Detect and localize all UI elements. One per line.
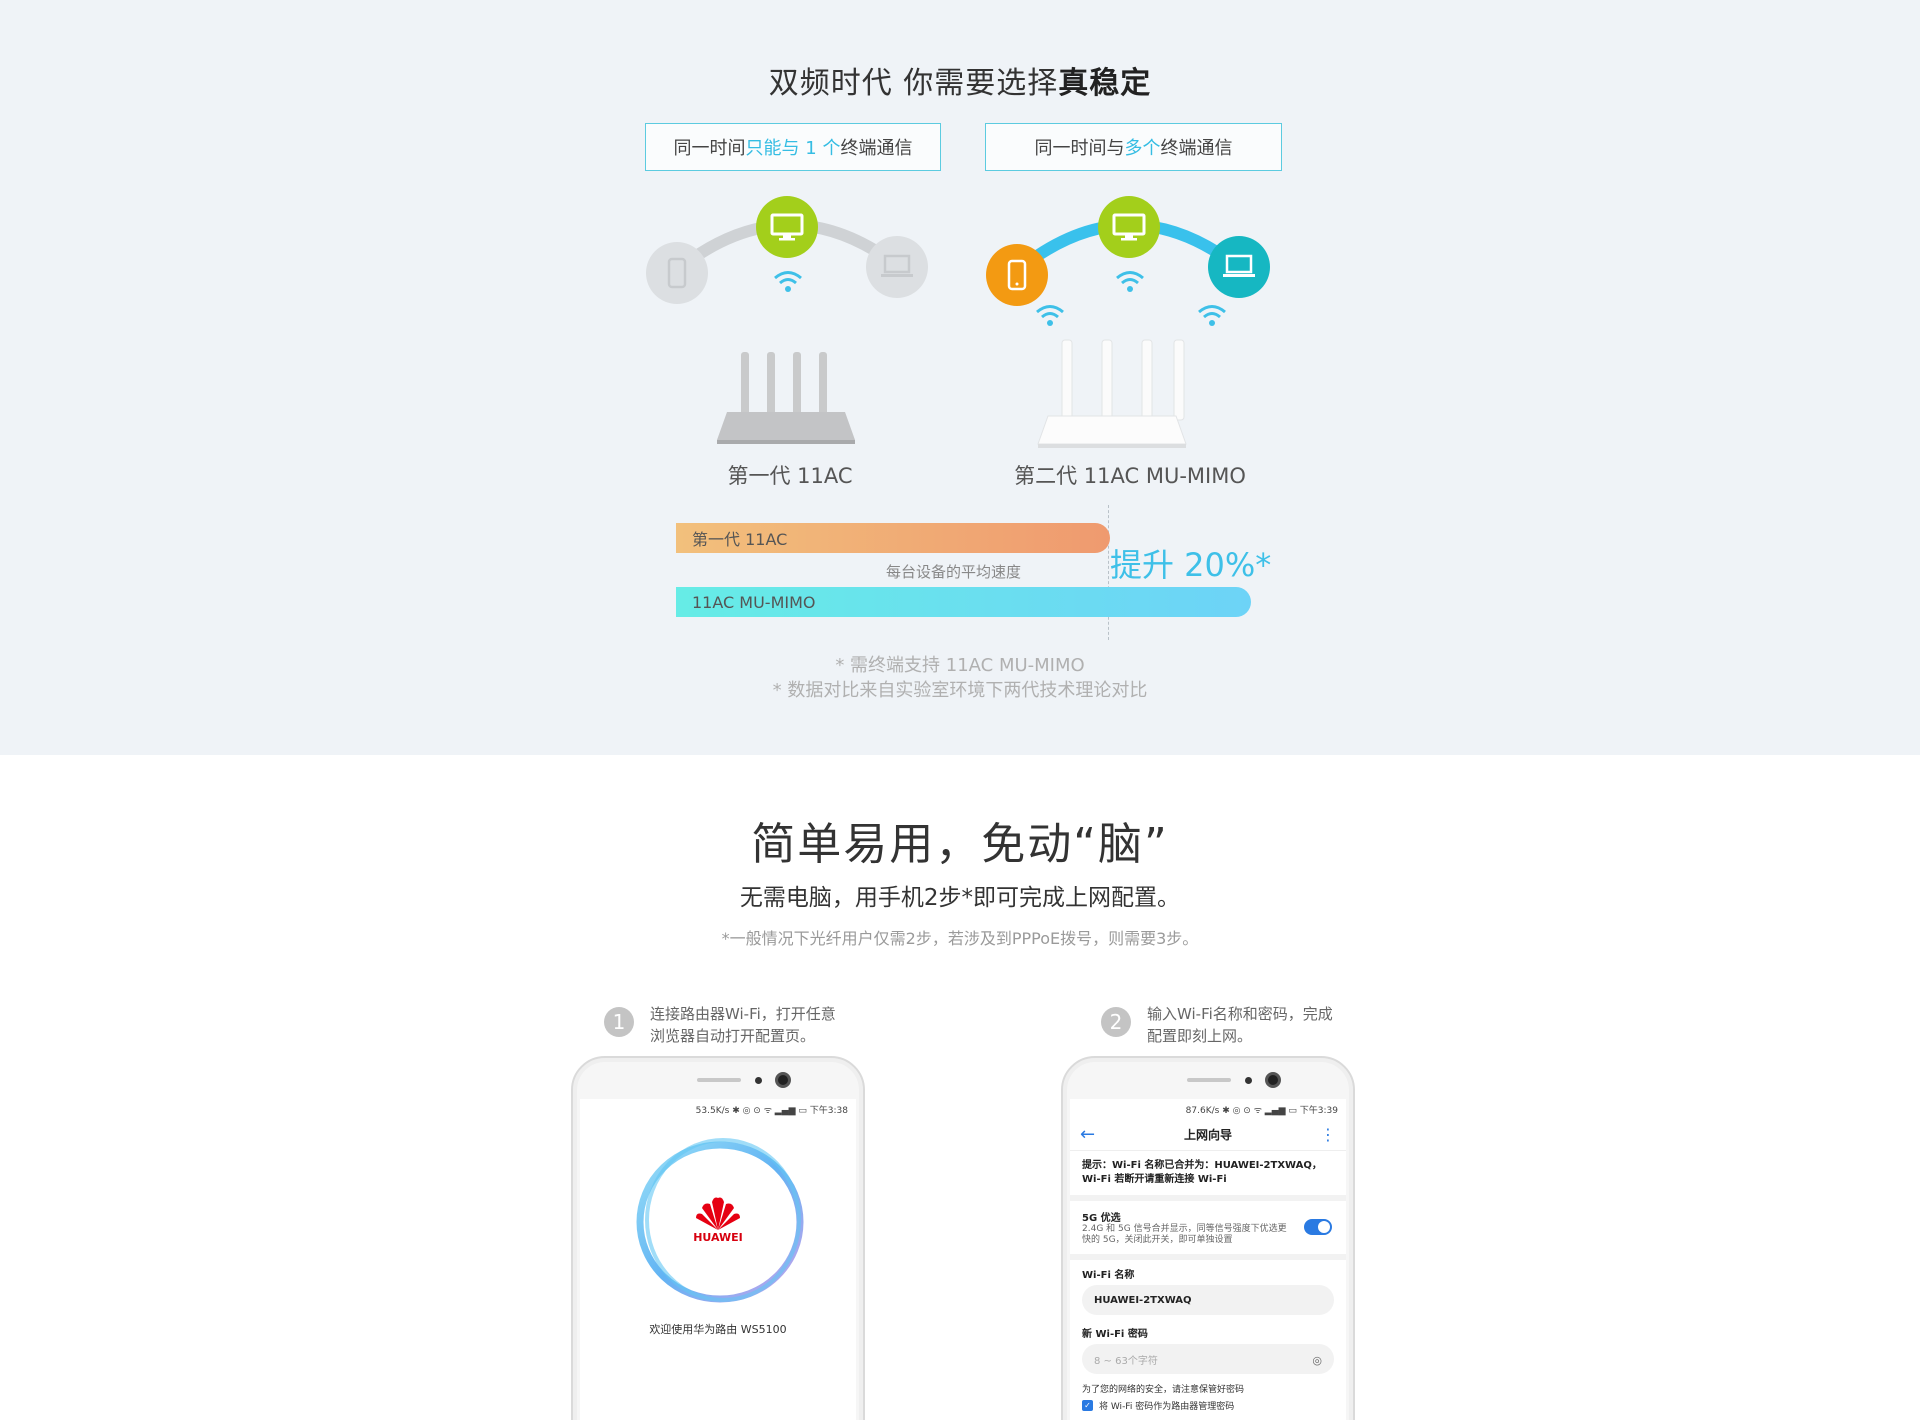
merge-hint: 提示：Wi-Fi 名称已合并为：HUAWEI-2TXWAQ，Wi-Fi 若断开请… <box>1070 1151 1346 1201</box>
step-1-text: 连接路由器Wi-Fi，打开任意浏览器自动打开配置页。 <box>650 1005 836 1045</box>
section2-note: *一般情况下光纤用户仅需2步，若涉及到PPPoE拨号，则需要3步。 <box>721 929 1199 948</box>
bar-middle-label: 每台设备的平均速度 <box>886 563 1022 581</box>
wifi-password-field[interactable]: 8 ~ 63个字符 ◎ <box>1082 1344 1334 1374</box>
welcome-text: 欢迎使用华为路由 WS5100 <box>649 1323 787 1336</box>
router-icon <box>717 352 855 444</box>
wifi-name-field[interactable]: HUAWEI-2TXWAQ <box>1082 1285 1334 1315</box>
tag-right-suffix: 终端通信 <box>1160 138 1233 159</box>
status-bar: 87.6K/s ✱ ◎ ⊙ ᯤ ▂▄▆ ▭ 下午3:39 <box>1185 1106 1338 1116</box>
router-right-label: 第二代 11AC MU-MIMO <box>1014 464 1246 488</box>
bar-gen1-label: 第一代 11AC <box>692 530 788 549</box>
admin-password-checkbox-row[interactable]: ✓ 将 Wi-Fi 密码作为路由器管理密码 <box>1070 1397 1346 1414</box>
footnote-1: * 需终端支持 11AC MU-MIMO <box>835 655 1085 676</box>
5g-preference-desc: 2.4G 和 5G 信号合并显示，同等信号强度下优选更快的 5G，关闭此开关，即… <box>1082 1224 1287 1245</box>
eye-hidden-icon[interactable]: ◎ <box>1312 1354 1322 1367</box>
phone-mockup-2: 87.6K/s ✱ ◎ ⊙ ᯤ ▂▄▆ ▭ 下午3:39 ← 上网向导 ⋮ 提示… <box>1061 1056 1355 1420</box>
huawei-brand: HUAWEI <box>693 1231 743 1244</box>
comparison-divider <box>1108 505 1109 640</box>
phone-2-screen: 87.6K/s ✱ ◎ ⊙ ᯤ ▂▄▆ ▭ 下午3:39 ← 上网向导 ⋮ 提示… <box>1070 1099 1346 1420</box>
wifi-icon <box>1036 305 1064 326</box>
phone-speaker <box>697 1078 741 1082</box>
5g-preference-toggle[interactable] <box>1304 1219 1332 1235</box>
step-1: 1 连接路由器Wi-Fi，打开任意浏览器自动打开配置页。 <box>604 1003 840 1047</box>
step-1-number: 1 <box>604 1007 634 1037</box>
section-dual-band: 双频时代 你需要选择真稳定 同一时间 只能与 1 个终端通信 同一时间与 多个 终端通… <box>0 0 1920 755</box>
wifi-name-label: Wi-Fi 名称 <box>1082 1270 1135 1281</box>
bar-gen2-label: 11AC MU-MIMO <box>692 592 816 612</box>
5g-preference-title: 5G 优选 <box>1082 1213 1121 1224</box>
step-2-text: 输入Wi-Fi名称和密码，完成配置即刻上网。 <box>1147 1005 1333 1045</box>
monitor-icon <box>756 196 818 258</box>
phone-sensor <box>1245 1077 1252 1084</box>
phone-mockup-1: 53.5K/s ✱ ◎ ⊙ ᯤ ▂▄▆ ▭ 下午3:38 HUAWEI 欢迎使用… <box>571 1056 865 1420</box>
footnotes: * 需终端支持 11AC MU-MIMO * 数据对比来自实验室环境下两代技术理… <box>0 653 1920 703</box>
router-left-label: 第一代 11AC <box>727 464 853 488</box>
huawei-logo <box>696 1197 740 1230</box>
wifi-icon <box>1116 271 1144 292</box>
wifi-icon <box>774 271 802 292</box>
laptop-icon <box>1208 236 1270 298</box>
tag-left-prefix: 同一时间 <box>673 138 746 159</box>
title-bold: 真稳定 <box>1058 66 1152 101</box>
monitor-icon <box>1098 196 1160 258</box>
more-menu-icon[interactable]: ⋮ <box>1306 1125 1336 1144</box>
wifi-password-label: 新 Wi-Fi 密码 <box>1082 1329 1148 1340</box>
bar-gen1: 第一代 11AC <box>676 523 1110 553</box>
step-2: 2 输入Wi-Fi名称和密码，完成配置即刻上网。 <box>1101 1003 1337 1047</box>
phone-speaker <box>1187 1078 1231 1082</box>
tag-left-suffix: 终端通信 <box>840 138 913 159</box>
router-icon <box>1037 339 1187 448</box>
phone-camera <box>1265 1072 1281 1088</box>
status-bar: 53.5K/s ✱ ◎ ⊙ ᯤ ▂▄▆ ▭ 下午3:38 <box>695 1106 848 1116</box>
phone-camera <box>775 1072 791 1088</box>
phone-icon <box>646 242 708 304</box>
checkbox-checked-icon[interactable]: ✓ <box>1082 1400 1093 1411</box>
boost-label: 提升 20%* <box>1110 546 1272 584</box>
password-placeholder: 8 ~ 63个字符 <box>1094 1355 1158 1367</box>
back-arrow-icon[interactable]: ← <box>1080 1124 1110 1145</box>
app-title: 上网向导 <box>1183 1128 1232 1142</box>
section1-title: 双频时代 你需要选择真稳定 <box>0 58 1920 102</box>
laptop-icon <box>866 236 928 298</box>
tag-multi-device: 同一时间与 多个 终端通信 <box>985 123 1282 171</box>
phone-sensor <box>755 1077 762 1084</box>
bar-gen2: 11AC MU-MIMO <box>676 587 1251 617</box>
step-2-number: 2 <box>1101 1007 1131 1037</box>
tag-right-highlight: 多个 <box>1124 138 1161 159</box>
tag-left-highlight: 只能与 1 个 <box>745 138 841 159</box>
footnote-2: * 数据对比来自实验室环境下两代技术理论对比 <box>772 680 1148 701</box>
title-light: 双频时代 你需要选择 <box>768 66 1059 101</box>
5g-preference-option: 5G 优选 2.4G 和 5G 信号合并显示，同等信号强度下优选更快的 5G，关… <box>1070 1201 1346 1260</box>
app-bar: ← 上网向导 ⋮ <box>1070 1119 1346 1151</box>
tag-single-device: 同一时间 只能与 1 个终端通信 <box>645 123 941 171</box>
checkbox-label: 将 Wi-Fi 密码作为路由器管理密码 <box>1099 1402 1235 1412</box>
wifi-icon <box>1198 305 1226 326</box>
phone-icon <box>986 244 1048 306</box>
tag-right-prefix: 同一时间与 <box>1034 138 1125 159</box>
section2-title: 简单易用，免动“脑” <box>751 819 1169 870</box>
security-note: 为了您的网络的安全，请注意保管好密码 <box>1082 1385 1245 1395</box>
section2-subtitle: 无需电脑，用手机2步*即可完成上网配置。 <box>739 885 1181 911</box>
phone-1-screen: 53.5K/s ✱ ◎ ⊙ ᯤ ▂▄▆ ▭ 下午3:38 HUAWEI 欢迎使用… <box>580 1099 856 1420</box>
